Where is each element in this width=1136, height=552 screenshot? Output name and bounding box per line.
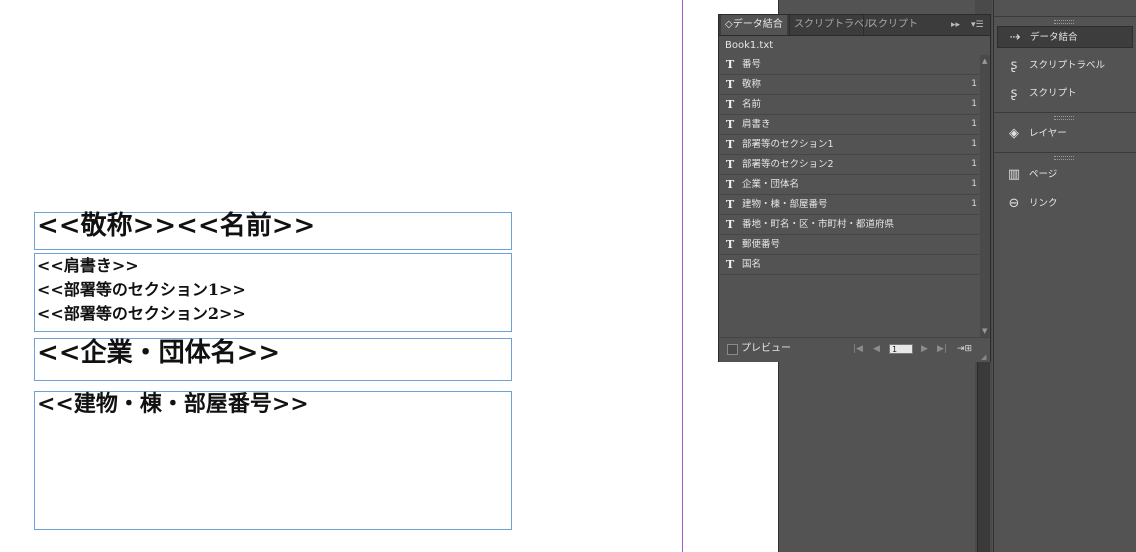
scroll-down-icon[interactable]: ▼: [982, 327, 987, 335]
text-field-icon: T: [726, 98, 735, 111]
list-item[interactable]: T 部署等のセクション1 1: [720, 135, 979, 155]
dock-item-label: リンク: [1029, 198, 1058, 209]
next-record-icon[interactable]: ▶: [921, 341, 928, 357]
dock-item-script-label[interactable]: ʂ スクリプトラベル: [997, 55, 1133, 77]
field-name: 番号: [742, 59, 762, 70]
list-item[interactable]: T 企業・団体名 1: [720, 175, 979, 195]
field-count: 1: [971, 159, 977, 169]
script-label-icon: ʂ: [1010, 58, 1018, 73]
placeholder-honorific-name: <<敬称>><<名前>>: [37, 211, 316, 241]
text-field-icon: T: [726, 158, 735, 171]
field-count: 1: [971, 99, 977, 109]
dock-item-pages[interactable]: ▥ ページ: [997, 164, 1133, 186]
text-field-icon: T: [726, 218, 735, 231]
data-merge-icon: ⇢: [1009, 30, 1021, 45]
list-item[interactable]: T 国名: [720, 255, 979, 275]
script-icon: ʂ: [1010, 86, 1018, 101]
list-item[interactable]: T 郵便番号: [720, 235, 979, 255]
document-canvas[interactable]: <<敬称>><<名前>> <<肩書き>> <<部署等のセクション1>> <<部署…: [0, 0, 683, 552]
dock-item-links[interactable]: ⊖ リンク: [997, 193, 1133, 215]
field-count: 1: [971, 79, 977, 89]
first-record-icon[interactable]: |◀: [853, 341, 863, 357]
dock-item-label: スクリプト: [1029, 88, 1077, 99]
text-field-icon: T: [726, 58, 735, 71]
field-name: 肩書き: [742, 119, 771, 130]
field-name: 名前: [742, 99, 762, 110]
field-name: 部署等のセクション1: [742, 139, 834, 150]
scrollbar-thumb[interactable]: [977, 362, 990, 552]
resize-grip-icon[interactable]: ◢: [981, 353, 989, 361]
placeholder-building: <<建物・棟・部屋番号>>: [37, 391, 309, 417]
last-record-icon[interactable]: ▶|: [937, 341, 947, 357]
text-field-icon: T: [726, 138, 735, 151]
placeholder-title: <<肩書き>>: [37, 256, 139, 275]
text-frame-building[interactable]: <<建物・棟・部屋番号>>: [34, 391, 512, 530]
panel-footer: プレビュー |◀ ◀ 1 ▶ ▶| ⇥⊞ ◢: [719, 337, 990, 362]
dock-grip-icon[interactable]: [1054, 20, 1074, 24]
dock-item-label: レイヤー: [1029, 128, 1067, 139]
dock-item-scripts[interactable]: ʂ スクリプト: [997, 83, 1133, 105]
pages-icon: ▥: [1007, 167, 1021, 182]
tab-script-label[interactable]: スクリプトラベル: [789, 15, 874, 35]
dock-divider: [994, 152, 1136, 153]
list-item[interactable]: T 建物・棟・部屋番号 1: [720, 195, 979, 215]
tab-data-merge[interactable]: ◇データ結合: [721, 15, 787, 35]
field-count: 1: [971, 179, 977, 189]
field-name: 国名: [742, 259, 762, 270]
list-item[interactable]: T 番地・町名・区・市町村・都道府県: [720, 215, 979, 235]
links-icon: ⊖: [1008, 196, 1020, 211]
placeholder-section1: <<部署等のセクション1>>: [37, 280, 246, 299]
dock-divider: [994, 112, 1136, 113]
panel-tab-bar: ◇データ結合 スクリプトラベル スクリプト ▸▸ ▾☰: [719, 15, 990, 36]
text-field-icon: T: [726, 258, 735, 271]
list-item[interactable]: T 敬称 1: [720, 75, 979, 95]
field-name: 敬称: [742, 79, 762, 90]
field-name: 郵便番号: [742, 239, 781, 250]
field-count: 1: [971, 199, 977, 209]
expand-panel-icon[interactable]: ▸▸: [951, 15, 960, 35]
record-number-input[interactable]: 1: [889, 344, 913, 354]
preview-label: プレビュー: [741, 343, 791, 354]
text-frame-position[interactable]: <<肩書き>> <<部署等のセクション1>> <<部署等のセクション2>>: [34, 253, 512, 332]
field-list-scrollbar[interactable]: ▲ ▼: [980, 55, 990, 337]
layers-icon: ◈: [1009, 126, 1019, 141]
field-name: 建物・棟・部屋番号: [742, 199, 828, 210]
text-field-icon: T: [726, 178, 735, 191]
list-item[interactable]: T 番号: [720, 55, 979, 75]
data-merge-panel: ◇データ結合 スクリプトラベル スクリプト ▸▸ ▾☰ Book1.txt T …: [718, 14, 991, 362]
field-count: 1: [971, 139, 977, 149]
text-field-icon: T: [726, 238, 735, 251]
dock-grip-icon[interactable]: [1054, 156, 1074, 160]
text-frame-company[interactable]: <<企業・団体名>>: [34, 338, 512, 381]
tab-scripts[interactable]: スクリプト: [863, 15, 918, 35]
field-count: 1: [971, 119, 977, 129]
placeholder-section2: <<部署等のセクション2>>: [37, 304, 246, 323]
placeholder-company: <<企業・団体名>>: [37, 338, 281, 368]
dock-grip-icon[interactable]: [1054, 116, 1074, 120]
scroll-up-icon[interactable]: ▲: [982, 57, 987, 65]
data-source-filename: Book1.txt: [725, 40, 774, 51]
text-field-icon: T: [726, 118, 735, 131]
preview-checkbox[interactable]: [727, 344, 738, 355]
list-item[interactable]: T 名前 1: [720, 95, 979, 115]
create-merged-document-icon[interactable]: ⇥⊞: [957, 341, 972, 357]
dock-item-layers[interactable]: ◈ レイヤー: [997, 123, 1133, 145]
list-item[interactable]: T 部署等のセクション2 1: [720, 155, 979, 175]
text-frame-title[interactable]: <<敬称>><<名前>>: [34, 212, 512, 250]
text-field-icon: T: [726, 198, 735, 211]
dock-item-label: ページ: [1029, 169, 1058, 180]
previous-record-icon[interactable]: ◀: [873, 341, 880, 357]
panel-dock: ⇢ データ結合 ʂ スクリプトラベル ʂ スクリプト ◈ レイヤー ▥ ページ …: [993, 0, 1136, 552]
field-name: 番地・町名・区・市町村・都道府県: [742, 219, 895, 230]
list-item[interactable]: T 肩書き 1: [720, 115, 979, 135]
field-list[interactable]: T 番号 T 敬称 1 T 名前 1 T 肩書き 1 T 部署等のセクション1 …: [720, 55, 979, 337]
field-name: 企業・団体名: [742, 179, 800, 190]
dock-divider: [994, 16, 1136, 17]
panel-menu-icon[interactable]: ▾☰: [971, 15, 984, 35]
text-field-icon: T: [726, 78, 735, 91]
dock-item-data-merge[interactable]: ⇢ データ結合: [997, 26, 1133, 48]
field-name: 部署等のセクション2: [742, 159, 834, 170]
dock-item-label: スクリプトラベル: [1029, 60, 1106, 71]
dock-item-label: データ結合: [1030, 32, 1078, 43]
